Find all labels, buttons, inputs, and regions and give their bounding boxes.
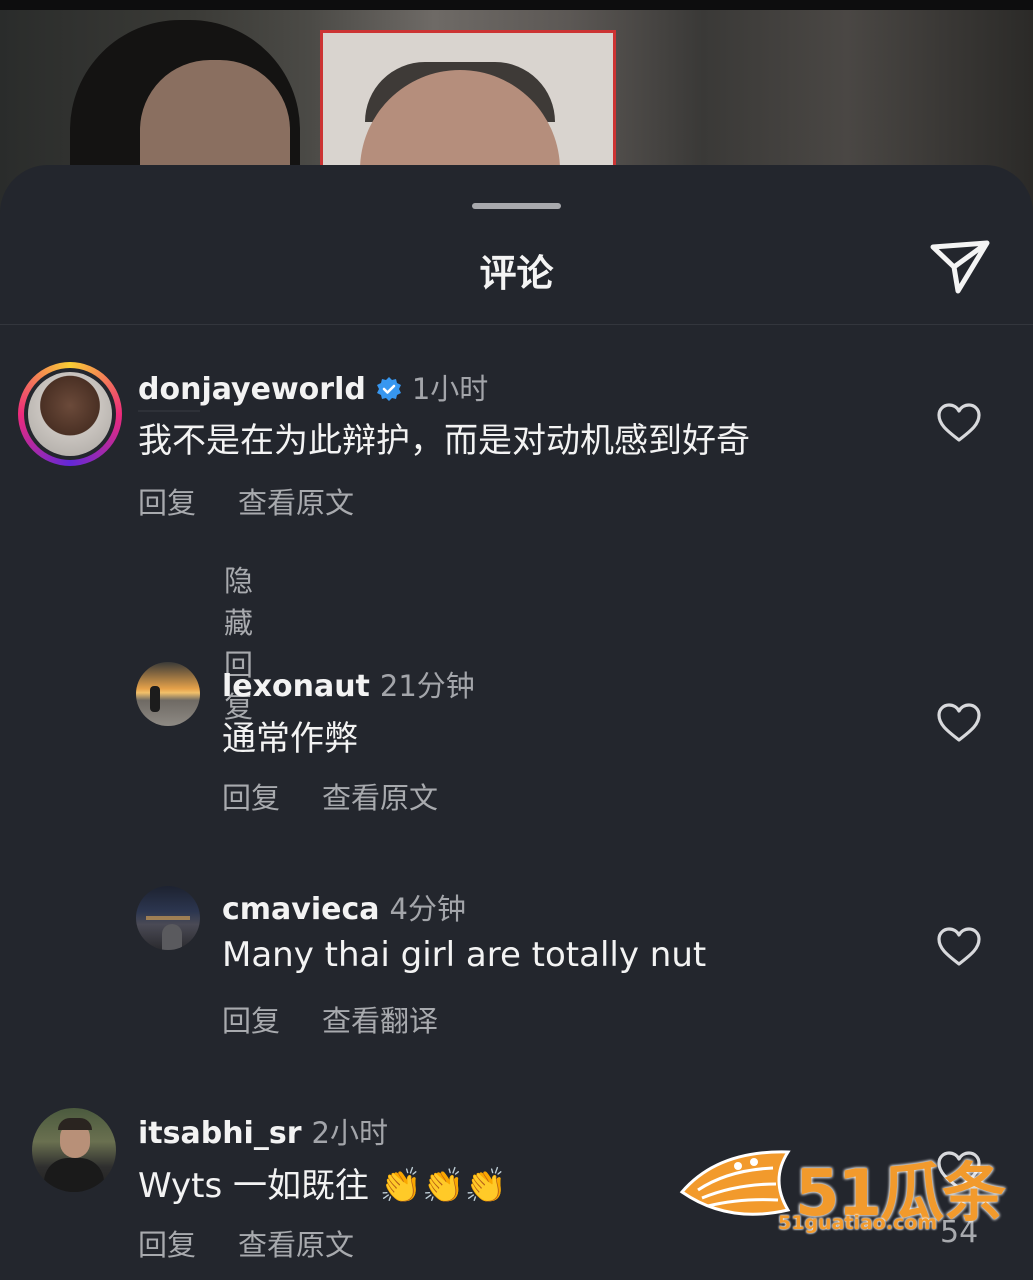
comment-time: 2小时	[311, 1116, 388, 1150]
heart-icon[interactable]	[936, 702, 982, 744]
comment-time: 1小时	[411, 372, 489, 406]
heart-icon[interactable]	[936, 402, 982, 444]
comment-time: 21分钟	[379, 669, 475, 703]
avatar[interactable]	[136, 662, 200, 726]
comment-text: Many thai girl are totally nut	[222, 935, 707, 975]
heart-icon[interactable]	[936, 926, 982, 968]
hide-replies-line	[138, 410, 200, 412]
see-original-button[interactable]: 查看原文	[322, 781, 438, 815]
comment-text: 我不是在为此辩护，而是对动机感到好奇	[138, 421, 750, 461]
comment-actions: 回复 查看原文	[222, 775, 480, 817]
comment-actions: 回复 查看翻译	[222, 998, 480, 1040]
reply-button[interactable]: 回复	[222, 1004, 280, 1038]
reply-button[interactable]: 回复	[138, 1228, 196, 1262]
comment-actions: 回复 查看原文	[138, 1222, 396, 1264]
comment-text: Wyts 一如既往 👏👏👏	[138, 1166, 507, 1206]
comment-username[interactable]: lexonaut 21分钟	[222, 663, 475, 705]
see-translation-button[interactable]: 查看翻译	[322, 1004, 438, 1038]
avatar[interactable]	[18, 362, 122, 466]
status-bar	[0, 0, 1033, 10]
reply-button[interactable]: 回复	[138, 486, 196, 520]
avatar[interactable]	[32, 1108, 116, 1192]
comment-time: 4分钟	[389, 892, 466, 926]
page-title: 评论	[479, 252, 554, 295]
comment-text: 通常作弊	[222, 719, 358, 759]
see-original-button[interactable]: 查看原文	[238, 1228, 354, 1262]
background-person-face	[140, 60, 290, 180]
comment-actions: 回复 查看原文	[138, 480, 396, 522]
username-text[interactable]: itsabhi_sr	[138, 1116, 302, 1151]
comment-username[interactable]: itsabhi_sr 2小时	[138, 1110, 388, 1152]
see-original-button[interactable]: 查看原文	[238, 486, 354, 520]
username-text[interactable]: donjayeworld	[138, 372, 366, 407]
username-text[interactable]: cmavieca	[222, 892, 380, 927]
comment-username[interactable]: cmavieca 4分钟	[222, 886, 466, 928]
comment-username[interactable]: donjayeworld 1小时	[138, 366, 488, 408]
username-text[interactable]: lexonaut	[222, 669, 370, 704]
avatar[interactable]	[136, 886, 200, 950]
watermark-url: 51guatiao.com	[778, 1212, 938, 1234]
reply-button[interactable]: 回复	[222, 781, 280, 815]
drag-handle[interactable]	[472, 203, 561, 209]
verified-icon	[376, 377, 401, 401]
header-divider	[0, 324, 1033, 325]
send-icon[interactable]	[928, 237, 992, 297]
